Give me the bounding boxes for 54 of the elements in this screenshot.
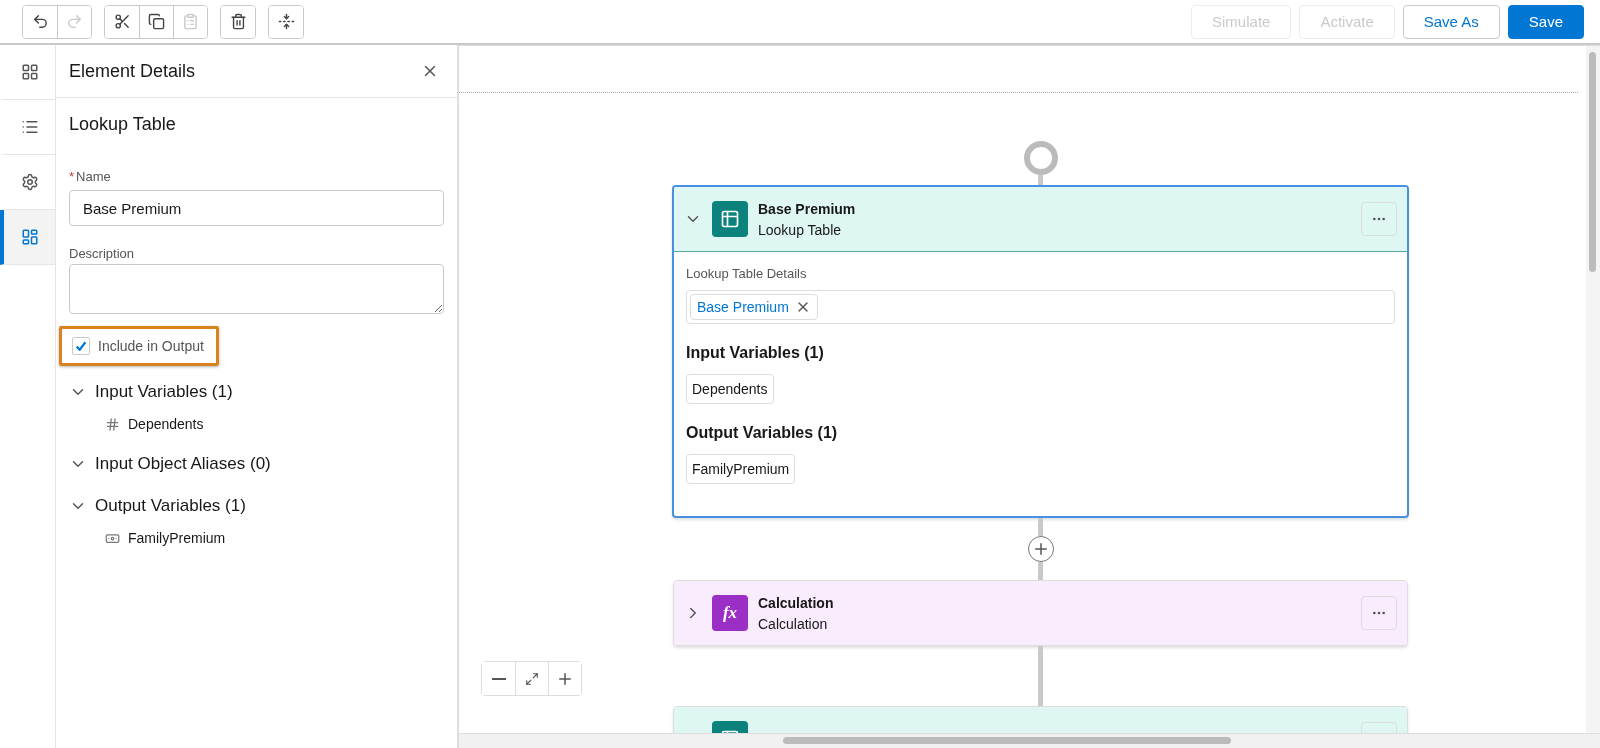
start-node	[1023, 141, 1058, 175]
scissors-icon	[113, 13, 131, 30]
node-type: Lookup Table	[758, 221, 843, 238]
list-icon	[20, 118, 39, 136]
settings-icon	[20, 173, 39, 191]
group-title: Output Variables (1)	[686, 424, 839, 442]
redo-icon	[66, 13, 83, 30]
variable-chip: Dependents	[686, 374, 774, 404]
node-type: Calculation	[758, 615, 829, 632]
copy-icon	[148, 13, 165, 30]
field-label: Name	[76, 169, 111, 184]
panel-title: Element Details	[69, 60, 196, 82]
checkmark-icon	[76, 341, 86, 351]
selected-pill[interactable]: Base Premium	[690, 294, 818, 320]
checkbox-label: Include in Output	[98, 338, 204, 354]
required-marker: *	[69, 169, 75, 184]
trash-icon	[229, 13, 247, 30]
horizontal-scrollbar[interactable]	[459, 733, 1600, 748]
grid-icon	[20, 63, 39, 81]
variable-name: Dependents	[128, 416, 204, 432]
flow-node[interactable]: Base Premium Lookup Table Lookup Table Details Base Premium Input Variables (1) Dependents Output Variables (1) FamilyPremium	[672, 185, 1409, 518]
minus-icon	[491, 677, 506, 680]
action-button[interactable]: Save	[1507, 4, 1584, 39]
field-label: Description	[69, 246, 136, 261]
element-type-heading: Lookup Table	[69, 114, 177, 135]
description-field[interactable]	[69, 264, 444, 314]
checkbox[interactable]	[72, 337, 90, 355]
clipboard-icon	[182, 13, 199, 30]
hash-icon	[105, 416, 120, 432]
section-header[interactable]: Input Variables (1)	[69, 382, 233, 402]
flow-node[interactable]: fx Calculation Calculation	[673, 580, 1408, 646]
table-icon	[712, 201, 748, 237]
section-header[interactable]: Input Object Aliases (0)	[69, 454, 271, 474]
layout-icon	[20, 228, 39, 246]
node-title: Base Premium	[758, 200, 857, 217]
function-icon: fx	[712, 595, 748, 631]
variable-name: FamilyPremium	[128, 530, 226, 546]
vertical-scrollbar[interactable]	[1586, 46, 1600, 733]
variable-chip: FamilyPremium	[686, 454, 796, 484]
lookup-field[interactable]: Base Premium	[686, 290, 1395, 324]
section-header[interactable]: Output Variables (1)	[69, 496, 246, 516]
collapse-icon	[277, 13, 295, 30]
sidebar-tab[interactable]	[0, 210, 55, 265]
group-title: Input Variables (1)	[686, 344, 825, 362]
undo-icon	[31, 13, 49, 30]
delete-button[interactable]	[221, 5, 255, 38]
name-field[interactable]: Base Premium	[69, 190, 444, 226]
zoom-in-button[interactable]	[548, 662, 581, 695]
action-button[interactable]: Save As	[1402, 4, 1500, 39]
node-title: Calculation	[758, 594, 835, 611]
add-element-button[interactable]	[1027, 536, 1054, 562]
expand-icon	[525, 671, 539, 686]
insert-button[interactable]	[269, 5, 303, 38]
field-label: Lookup Table Details	[686, 266, 808, 281]
